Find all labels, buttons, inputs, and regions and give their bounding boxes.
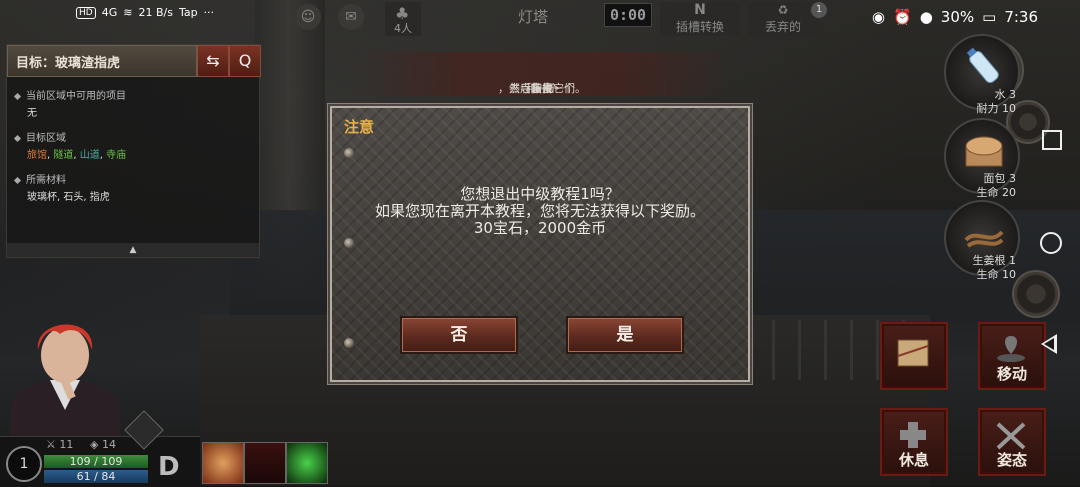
rest-label: 休息 [898,451,929,469]
inventory-item-bread[interactable]: 面包 3 生命 20 [930,118,1020,199]
group-count-label: 4人 [394,22,412,35]
rivet-icon [344,338,354,348]
objective-title: 目标：玻璃渣指虎 [16,56,121,71]
collapse-arrow-button[interactable]: ▲ [7,243,259,257]
more-icon: ··· [203,6,215,19]
chat-icon[interactable]: ✉ [338,4,364,30]
target-area-name: 山道 [79,150,100,161]
item-label: 水 3 耐力 10 [976,88,1017,115]
recents-button[interactable] [1042,130,1062,150]
swap-objective-button[interactable]: ⇆ [197,45,229,77]
discard-button[interactable]: ♻ 丢弃的 [748,2,818,36]
ginger-root-icon [964,230,1004,248]
discard-label: 丢弃的 [764,20,801,34]
dialog-message-line: 如果您现在离开本教程，您将无法获得以下奖励。 [374,202,705,220]
clock: 7:36 [1004,8,1038,26]
rivet-icon [344,238,354,248]
dialog-message-line: 您想退出中级教程1吗？ [460,185,620,203]
character-portrait[interactable] [0,300,130,450]
yes-button[interactable]: 是 [566,316,684,354]
weapon-grade: D [158,452,180,482]
slot-switch-label: 插槽转换 [675,20,724,34]
crossed-swords-icon [996,422,1026,450]
location-icon: ● [919,8,933,26]
move-pin-icon [997,336,1025,362]
notification-badge: 1 [811,2,827,18]
slot-switch-icon: N [694,2,706,18]
slot-switch-button[interactable]: N 插槽转换 [660,2,740,36]
objective-panel: 目标：玻璃渣指虎 ⇆ Q 当前区域中可用的项目 无 目标区域 旅馆, 隧道, 山… [6,44,261,258]
target-areas: 旅馆, 隧道, 山道, 寺庙 [27,150,127,161]
exit-tutorial-dialog: 注意 您想退出中级教程1吗？ 如果您现在离开本教程，您将无法获得以下奖励。 30… [330,106,750,382]
emote-icon[interactable]: ☺ [295,4,321,30]
skill-slot-fire[interactable] [202,442,244,484]
rest-button[interactable]: 休息 [880,408,948,476]
objective-section-heading: 目标区域 [13,129,66,144]
required-materials: 玻璃杯, 石头, 指虎 [27,192,110,203]
attack-stat: ⚔ 11 [46,438,74,451]
objective-banner: 去寺庙找一个 布甲 和一个 指虎 ，然后装备它们。 [350,52,734,96]
medical-cross-icon [900,422,926,448]
home-button[interactable] [1040,232,1062,254]
speed-indicator: 21 B/s [138,6,173,19]
defense-icon: ◈ [90,438,102,451]
stamina-bar: 61 / 84 [44,470,148,483]
bullet-icon [13,176,22,185]
alarm-icon: ⏰ [893,8,912,26]
attack-icon: ⚔ [46,438,60,451]
status-right: ◉ ⏰ ● 30% ▭ 7:36 [872,8,1038,26]
tap-indicator: Tap [178,6,198,19]
map-icon [897,339,929,367]
available-items-value: 无 [27,108,37,119]
wifi-icon: ≋ [123,6,133,19]
objective-header: 目标：玻璃渣指虎 [7,45,197,77]
dialog-title: 注意 [344,118,375,136]
player-level: 1 [6,446,42,482]
dialog-message: 您想退出中级教程1吗？ 如果您现在离开本教程，您将无法获得以下奖励。 30宝石，… [332,186,748,237]
target-area-name: 旅馆 [27,150,47,161]
target-area-list: 旅馆, 隧道, 山道, 寺庙 [27,146,126,161]
objective-section-heading: 所需材料 [13,171,66,186]
objective-section-heading: 当前区域中可用的项目 [13,87,126,102]
no-button[interactable]: 否 [400,316,518,354]
system-nav-bar [1028,36,1080,486]
battery-icon: ▭ [982,8,997,26]
bullet-icon [13,92,22,101]
back-button[interactable] [1041,334,1057,354]
inventory-item-ginger[interactable]: 生姜根 1 生命 10 [930,200,1020,281]
target-area-name: 寺庙 [106,150,127,161]
map-button[interactable] [880,322,948,390]
water-bottle-icon [966,47,999,83]
eye-icon: ◉ [871,8,885,26]
inventory-item-water[interactable]: 水 3 耐力 10 [930,34,1020,115]
location-name: 灯塔 [518,8,549,26]
item-label: 生姜根 1 生命 10 [972,254,1017,281]
status-left: HD 4G ≋ 21 B/s Tap ··· [76,6,214,19]
item-label: 面包 3 生命 20 [976,172,1017,199]
search-objective-button[interactable]: Q [229,45,261,77]
target-area-name: 隧道 [53,150,74,161]
match-timer: 0:00 [604,3,652,27]
network-indicator: 4G [101,6,118,19]
defense-stat: ◈ 14 [90,438,116,451]
rivet-icon [344,148,354,158]
hd-badge: HD [76,6,96,19]
skill-slot-empty[interactable] [244,442,286,484]
bullet-icon [13,134,22,143]
battery-percent: 30% [940,8,975,26]
hp-bar: 109 / 109 [44,455,148,468]
group-counter[interactable]: ♣ 4人 [385,2,421,36]
dialog-reward-line: 30宝石，2000金币 [473,219,607,237]
recycle-icon: ♻ [777,3,789,17]
skill-slot-poison[interactable] [286,442,328,484]
bread-icon [965,136,1003,167]
